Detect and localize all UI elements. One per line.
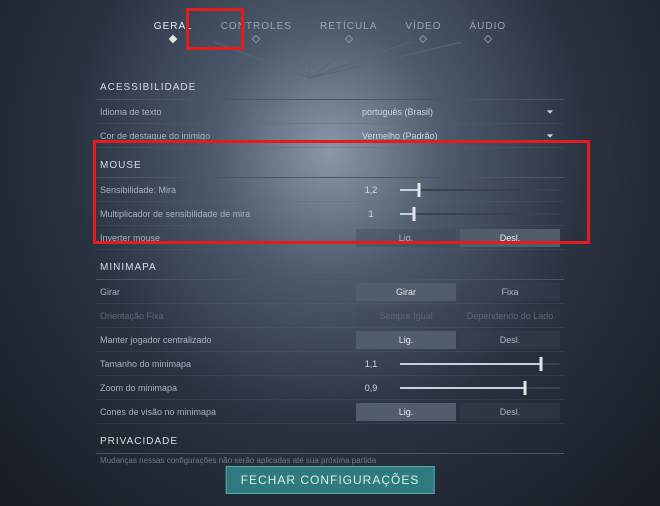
- toggle-cones: Lig. Desl.: [356, 403, 560, 421]
- row-label: Cor de destaque do inimigo: [100, 131, 350, 141]
- slider-sens-mira[interactable]: 1,2: [356, 182, 560, 198]
- row-label: Inverter mouse: [100, 233, 350, 243]
- slider-value: 0,9: [356, 383, 386, 393]
- slider-thumb[interactable]: [523, 381, 526, 395]
- row-girar: Girar Girar Fixa: [96, 280, 564, 304]
- tab-indicator-icon: [484, 35, 492, 43]
- tab-indicator-icon: [169, 35, 177, 43]
- section-title-acessibilidade: ACESSIBILIDADE: [96, 76, 564, 100]
- toggle-girar-b[interactable]: Fixa: [460, 283, 560, 301]
- toggle-orientacao: Sempre Igual Dependendo do Lado: [356, 307, 560, 325]
- tab-bar: GERAL CONTROLES RETÍCULA VÍDEO ÁUDIO: [0, 0, 660, 44]
- toggle-orient-b: Dependendo do Lado: [460, 307, 560, 325]
- row-sens-mira: Sensibilidade: Mira 1,2: [96, 178, 564, 202]
- select-idioma[interactable]: português (Brasil): [356, 103, 560, 121]
- slider-thumb[interactable]: [418, 183, 421, 197]
- slider-fill: [400, 387, 525, 389]
- row-minimap-zoom: Zoom do minimapa 0,9: [96, 376, 564, 400]
- row-label: Manter jogador centralizado: [100, 335, 350, 345]
- chevron-down-icon: [546, 108, 554, 116]
- toggle-orient-a: Sempre Igual: [356, 307, 456, 325]
- slider-value: 1,1: [356, 359, 386, 369]
- row-label: Cones de visão no minimapa: [100, 407, 350, 417]
- slider-track[interactable]: [400, 380, 560, 396]
- slider-value: 1: [356, 209, 386, 219]
- section-title-minimapa: MINIMAPA: [96, 256, 564, 280]
- row-label: Sensibilidade: Mira: [100, 185, 350, 195]
- select-value: Vermelho (Padrão): [362, 131, 438, 141]
- slider-track[interactable]: [400, 182, 560, 198]
- slider-thumb[interactable]: [539, 357, 542, 371]
- settings-content: ACESSIBILIDADE Idioma de texto português…: [0, 44, 660, 469]
- toggle-girar: Girar Fixa: [356, 283, 560, 301]
- section-title-privacidade: PRIVACIDADE: [96, 430, 564, 454]
- toggle-cones-a[interactable]: Lig.: [356, 403, 456, 421]
- toggle-on[interactable]: Lig.: [356, 229, 456, 247]
- toggle-cones-b[interactable]: Desl.: [460, 403, 560, 421]
- tab-controles[interactable]: CONTROLES: [209, 17, 304, 44]
- tab-video[interactable]: VÍDEO: [393, 17, 453, 44]
- tab-label: CONTROLES: [221, 21, 292, 32]
- toggle-girar-a[interactable]: Girar: [356, 283, 456, 301]
- tab-indicator-icon: [419, 35, 427, 43]
- tab-audio[interactable]: ÁUDIO: [458, 17, 519, 44]
- slider-minimap-size[interactable]: 1,1: [356, 356, 560, 372]
- slider-fill: [400, 363, 541, 365]
- tab-indicator-icon: [252, 35, 260, 43]
- row-mult-sens: Multiplicador de sensibilidade de mira 1: [96, 202, 564, 226]
- row-label: Idioma de texto: [100, 107, 350, 117]
- select-cor-destaque[interactable]: Vermelho (Padrão): [356, 127, 560, 145]
- row-label: Zoom do minimapa: [100, 383, 350, 393]
- toggle-center-a[interactable]: Lig.: [356, 331, 456, 349]
- row-label: Multiplicador de sensibilidade de mira: [100, 209, 350, 219]
- close-bar: FECHAR CONFIGURAÇÕES: [226, 466, 435, 494]
- slider-minimap-zoom[interactable]: 0,9: [356, 380, 560, 396]
- tab-label: RETÍCULA: [320, 21, 377, 32]
- slider-track[interactable]: [400, 356, 560, 372]
- slider-value: 1,2: [356, 185, 386, 195]
- row-cor-destaque: Cor de destaque do inimigo Vermelho (Pad…: [96, 124, 564, 148]
- toggle-center-b[interactable]: Desl.: [460, 331, 560, 349]
- slider-mult-sens[interactable]: 1: [356, 206, 560, 222]
- toggle-center: Lig. Desl.: [356, 331, 560, 349]
- section-title-mouse: MOUSE: [96, 154, 564, 178]
- toggle-inverter-mouse: Lig. Desl.: [356, 229, 560, 247]
- row-label: Orientação Fixa: [100, 311, 350, 321]
- row-idioma: Idioma de texto português (Brasil): [96, 100, 564, 124]
- tab-indicator-icon: [344, 35, 352, 43]
- close-settings-button[interactable]: FECHAR CONFIGURAÇÕES: [226, 466, 435, 494]
- row-minimap-size: Tamanho do minimapa 1,1: [96, 352, 564, 376]
- slider-fill: [400, 189, 419, 191]
- row-label: Girar: [100, 287, 350, 297]
- select-value: português (Brasil): [362, 107, 433, 117]
- chevron-down-icon: [546, 132, 554, 140]
- tab-label: GERAL: [154, 21, 193, 32]
- row-inverter-mouse: Inverter mouse Lig. Desl.: [96, 226, 564, 250]
- slider-line: [400, 213, 560, 215]
- tab-label: VÍDEO: [405, 21, 441, 32]
- slider-line: [400, 189, 560, 191]
- tab-label: ÁUDIO: [470, 21, 507, 32]
- tab-geral[interactable]: GERAL: [142, 17, 205, 44]
- slider-thumb[interactable]: [413, 207, 416, 221]
- row-orientacao: Orientação Fixa Sempre Igual Dependendo …: [96, 304, 564, 328]
- slider-track[interactable]: [400, 206, 560, 222]
- tab-reticula[interactable]: RETÍCULA: [308, 17, 389, 44]
- row-cones: Cones de visão no minimapa Lig. Desl.: [96, 400, 564, 424]
- row-center: Manter jogador centralizado Lig. Desl.: [96, 328, 564, 352]
- toggle-off[interactable]: Desl.: [460, 229, 560, 247]
- row-label: Tamanho do minimapa: [100, 359, 350, 369]
